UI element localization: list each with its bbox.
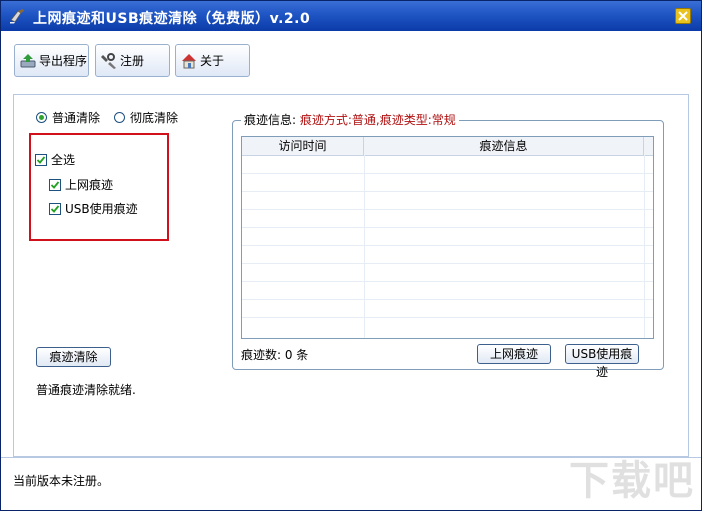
trace-count: 痕迹数: 0 条 <box>241 348 309 362</box>
window-title: 上网痕迹和USB痕迹清除（免费版）v.2.0 <box>33 11 311 27</box>
home-icon <box>180 52 198 70</box>
register-label: 注册 <box>120 54 145 68</box>
usb-traces-button[interactable]: USB使用痕迹 <box>565 344 639 379</box>
table-row <box>242 191 653 192</box>
broom-icon <box>9 8 27 24</box>
main-panel-top-border <box>13 94 689 95</box>
web-traces-button[interactable]: 上网痕迹 <box>477 344 551 364</box>
table-row <box>242 209 653 210</box>
title-bar: 上网痕迹和USB痕迹清除（免费版）v.2.0 <box>1 1 701 31</box>
column-header-trace-info[interactable]: 痕迹信息 <box>364 137 644 155</box>
about-label: 关于 <box>200 54 225 68</box>
web-traces-checkbox[interactable]: 上网痕迹 <box>49 176 113 193</box>
export-program-label: 导出程序 <box>39 54 88 68</box>
checkmark-icon <box>49 178 61 191</box>
about-button[interactable]: 关于 <box>175 44 250 77</box>
normal-clear-radio[interactable]: 普通清除 <box>36 109 100 126</box>
table-row <box>242 263 653 264</box>
column-header-visit-time[interactable]: 访问时间 <box>242 137 364 155</box>
radio-unselected-icon <box>114 112 125 123</box>
clear-traces-button[interactable]: 痕迹清除 <box>36 347 111 367</box>
select-all-checkbox[interactable]: 全选 <box>35 151 75 168</box>
status-text: 普通痕迹清除就绪. <box>36 383 136 397</box>
table-header: 访问时间 痕迹信息 <box>242 137 653 156</box>
thorough-clear-label: 彻底清除 <box>130 111 179 125</box>
web-traces-label: 上网痕迹 <box>65 178 114 192</box>
table-row <box>242 281 653 282</box>
register-button[interactable]: 注册 <box>95 44 170 77</box>
column-divider <box>364 155 365 338</box>
column-divider <box>644 155 645 338</box>
select-all-label: 全选 <box>51 153 76 167</box>
toolbar: 导出程序 注册 关于 <box>1 31 701 89</box>
checkmark-icon <box>49 202 61 215</box>
export-program-button[interactable]: 导出程序 <box>14 44 89 77</box>
table-row <box>242 299 653 300</box>
trace-info-legend-prefix: 痕迹信息: <box>244 113 297 127</box>
table-row <box>242 227 653 228</box>
app-window: 上网痕迹和USB痕迹清除（免费版）v.2.0 导出程序 注册 关于 普通清除 彻… <box>0 0 702 511</box>
usb-traces-checkbox[interactable]: USB使用痕迹 <box>49 200 138 217</box>
trace-info-legend: 痕迹信息: 痕迹方式:普通,痕迹类型:常规 <box>241 111 459 128</box>
radio-selected-icon <box>36 112 47 123</box>
export-icon <box>19 52 37 70</box>
trace-info-legend-detail: 痕迹方式:普通,痕迹类型:常规 <box>299 113 456 127</box>
table-row <box>242 173 653 174</box>
table-row <box>242 317 653 318</box>
close-icon <box>678 11 688 21</box>
close-button[interactable] <box>675 8 691 24</box>
registration-status: 当前版本未注册。 <box>13 474 110 488</box>
thorough-clear-radio[interactable]: 彻底清除 <box>114 109 178 126</box>
trace-table[interactable]: 访问时间 痕迹信息 <box>241 136 654 339</box>
normal-clear-label: 普通清除 <box>52 111 101 125</box>
usb-traces-label: USB使用痕迹 <box>65 202 138 216</box>
table-row <box>242 245 653 246</box>
tools-icon <box>100 52 118 70</box>
watermark-logo: 下载吧 <box>569 458 695 504</box>
checkmark-icon <box>35 153 47 166</box>
